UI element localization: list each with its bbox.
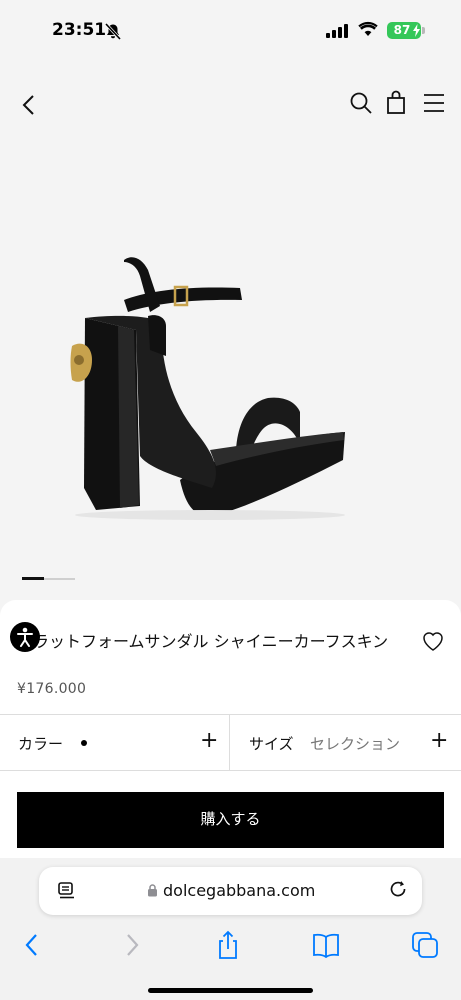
charging-bolt-icon bbox=[413, 24, 420, 37]
platform-sandal-image bbox=[70, 257, 345, 520]
bell-slash-icon bbox=[104, 23, 122, 40]
selected-color-swatch bbox=[81, 740, 87, 746]
wifi-icon bbox=[358, 21, 378, 36]
chevron-left-icon bbox=[22, 95, 34, 115]
size-label: サイズ bbox=[249, 735, 294, 753]
product-price: ¥176.000 bbox=[17, 681, 87, 697]
browser-toolbar: dolcegabbana.com bbox=[0, 858, 461, 1000]
tabs-icon[interactable] bbox=[410, 930, 440, 960]
status-time: 23:51 bbox=[52, 20, 107, 40]
home-indicator bbox=[148, 988, 313, 993]
menu-button[interactable] bbox=[422, 91, 446, 115]
share-icon[interactable] bbox=[213, 930, 243, 960]
option-selector-row: カラー + サイズ セレクション + bbox=[0, 714, 461, 771]
cellular-signal-icon bbox=[326, 24, 348, 38]
bookmarks-icon[interactable] bbox=[311, 930, 341, 960]
size-selector[interactable]: サイズ セレクション + bbox=[231, 715, 461, 770]
carousel-indicator-active bbox=[22, 577, 44, 580]
reader-icon[interactable] bbox=[57, 881, 77, 901]
url-text: dolcegabbana.com bbox=[163, 881, 316, 900]
lock-icon bbox=[148, 884, 157, 897]
product-image[interactable] bbox=[0, 140, 461, 580]
forward-icon[interactable] bbox=[116, 930, 146, 960]
battery-cap bbox=[422, 27, 425, 34]
plus-icon: + bbox=[430, 728, 449, 753]
search-icon bbox=[350, 92, 372, 114]
shopping-bag-icon bbox=[387, 90, 405, 114]
back-button[interactable] bbox=[18, 92, 42, 118]
color-selector[interactable]: カラー + bbox=[0, 715, 230, 770]
shopping-bag-button[interactable] bbox=[384, 90, 408, 116]
product-info-panel: プラットフォームサンダル シャイニーカーフスキン ¥176.000 カラー + … bbox=[0, 600, 461, 860]
accessibility-icon bbox=[17, 627, 33, 647]
color-label: カラー bbox=[18, 735, 64, 753]
menu-icon bbox=[424, 94, 444, 112]
plus-icon: + bbox=[200, 728, 219, 753]
buy-button[interactable]: 購入する bbox=[17, 792, 444, 848]
product-name: プラットフォームサンダル シャイニーカーフスキン bbox=[17, 632, 389, 651]
back-icon[interactable] bbox=[18, 930, 48, 960]
accessibility-button[interactable] bbox=[10, 622, 40, 652]
heart-icon bbox=[423, 632, 443, 651]
size-value: セレクション bbox=[310, 735, 401, 753]
status-bar: 23:51 87 bbox=[0, 0, 461, 62]
wishlist-button[interactable] bbox=[421, 630, 445, 652]
app-header bbox=[0, 62, 461, 142]
address-bar[interactable]: dolcegabbana.com bbox=[39, 867, 422, 915]
battery-indicator: 87 bbox=[387, 22, 421, 39]
reload-icon[interactable] bbox=[389, 880, 409, 902]
search-button[interactable] bbox=[348, 90, 374, 116]
